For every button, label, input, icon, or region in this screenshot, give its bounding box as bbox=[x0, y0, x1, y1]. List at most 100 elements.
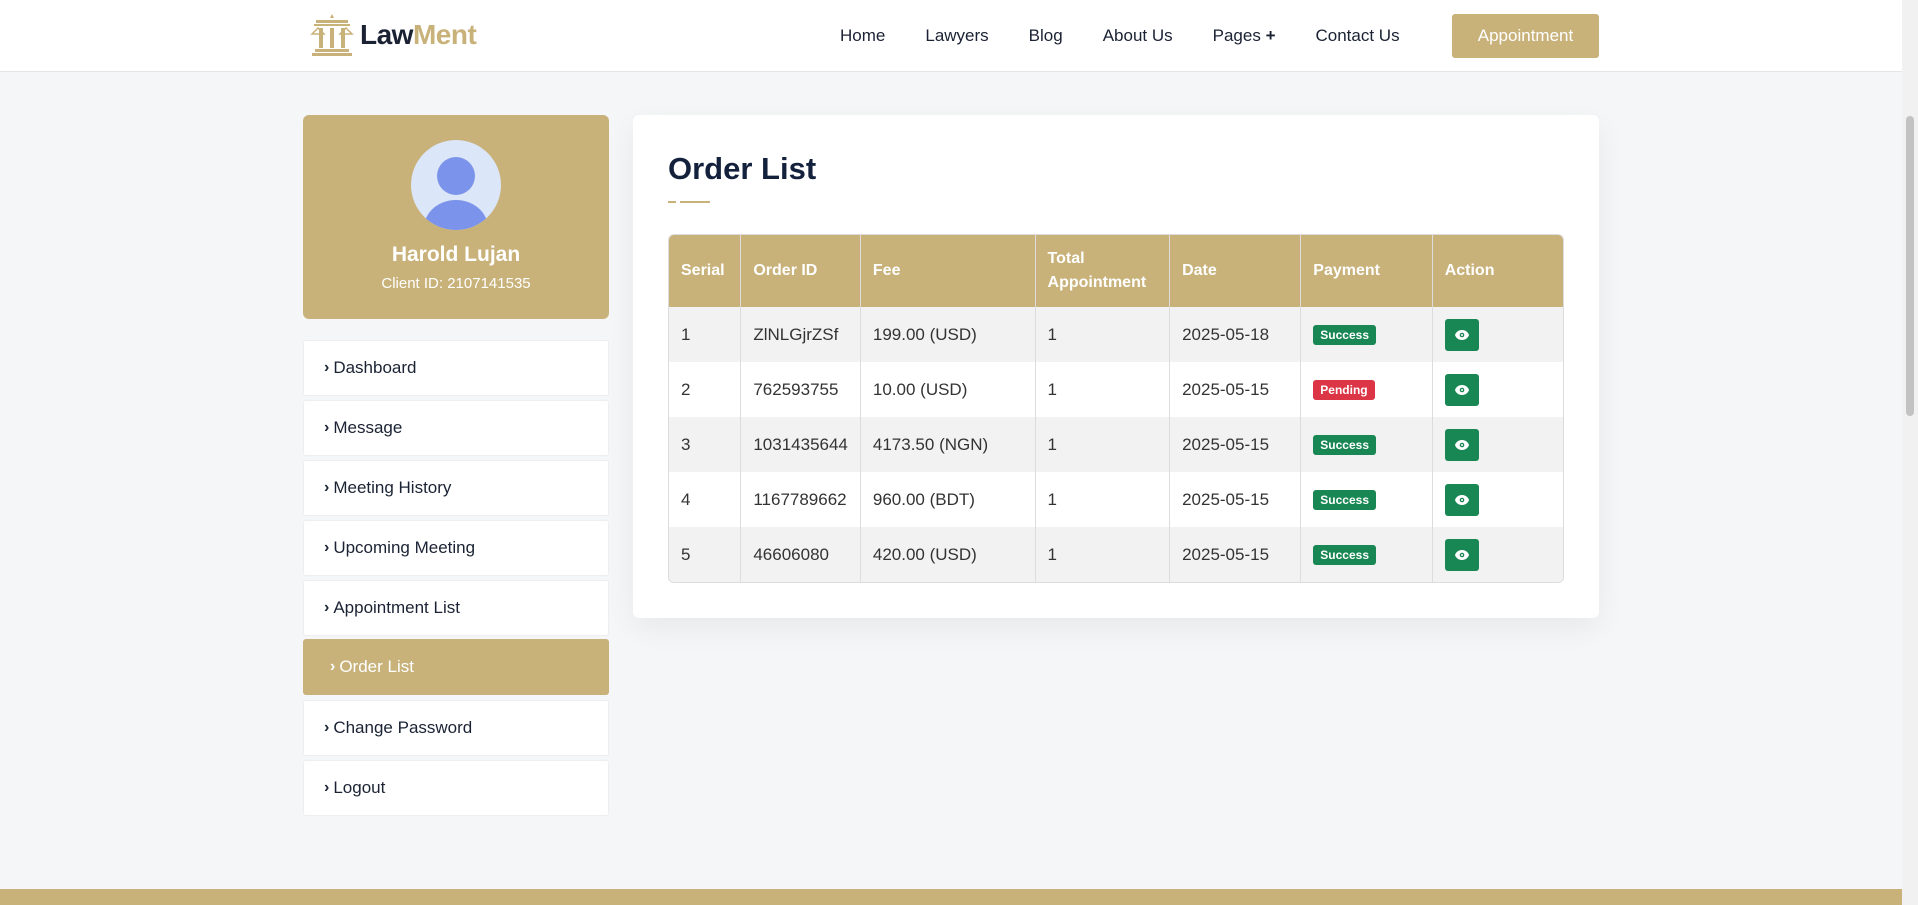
view-order-button[interactable] bbox=[1444, 483, 1479, 516]
cell-action bbox=[1432, 362, 1563, 417]
cell-date: 2025-05-15 bbox=[1169, 472, 1302, 527]
cell-serial: 3 bbox=[669, 417, 742, 472]
sidebar-item-upcoming-meeting[interactable]: › Upcoming Meeting bbox=[303, 520, 609, 576]
chevron-right-icon: › bbox=[324, 479, 330, 496]
cell-date: 2025-05-15 bbox=[1169, 527, 1302, 582]
client-id: Client ID: 2107141535 bbox=[381, 275, 531, 292]
status-badge: Success bbox=[1313, 435, 1376, 455]
nav-contact-us[interactable]: Contact Us bbox=[1316, 26, 1400, 46]
nav-home[interactable]: Home bbox=[840, 26, 885, 46]
view-order-button[interactable] bbox=[1444, 318, 1479, 351]
chevron-right-icon: › bbox=[324, 539, 330, 556]
sidebar-item-label: Dashboard bbox=[333, 358, 417, 377]
main-nav: Home Lawyers Blog About Us Pages Contact… bbox=[840, 14, 1440, 58]
brand-logo[interactable]: LawMent bbox=[310, 12, 477, 58]
nav-lawyers[interactable]: Lawyers bbox=[925, 26, 988, 46]
user-avatar-icon bbox=[424, 157, 488, 230]
cell-date: 2025-05-15 bbox=[1169, 362, 1302, 417]
view-order-button[interactable] bbox=[1444, 538, 1479, 571]
cell-total-appointment: 1 bbox=[1035, 307, 1171, 362]
chevron-right-icon: › bbox=[324, 359, 330, 376]
table-header-row: Serial Order ID Fee Total Appointment Da… bbox=[669, 235, 1563, 307]
table-row: 1 ZlNLGjrZSf 199.00 (USD) 1 2025-05-18 S… bbox=[669, 307, 1563, 362]
sidebar-item-label: Change Password bbox=[333, 718, 473, 737]
col-header-fee: Fee bbox=[860, 235, 1036, 307]
cell-payment: Success bbox=[1300, 472, 1433, 527]
table-row: 5 46606080 420.00 (USD) 1 2025-05-15 Suc… bbox=[669, 527, 1563, 582]
eye-icon bbox=[1454, 549, 1469, 560]
chevron-right-icon: › bbox=[324, 719, 330, 736]
status-badge: Success bbox=[1313, 490, 1376, 510]
sidebar-item-label: Meeting History bbox=[333, 478, 452, 497]
sidebar-item-label: Logout bbox=[333, 778, 386, 797]
brand-name-part1: Law bbox=[360, 19, 413, 50]
avatar bbox=[411, 140, 501, 230]
nav-blog[interactable]: Blog bbox=[1029, 26, 1063, 46]
col-header-action: Action bbox=[1432, 235, 1563, 307]
view-order-button[interactable] bbox=[1444, 428, 1479, 461]
order-list-card: Order List Serial Order ID Fee Total App… bbox=[633, 115, 1599, 618]
footer-strip bbox=[0, 889, 1902, 905]
cell-serial: 4 bbox=[669, 472, 742, 527]
table-row: 2 762593755 10.00 (USD) 1 2025-05-15 Pen… bbox=[669, 362, 1563, 417]
appointment-button[interactable]: Appointment bbox=[1452, 14, 1599, 58]
page-title: Order List bbox=[668, 151, 817, 186]
brand-name-part2: Ment bbox=[412, 19, 477, 50]
sidebar-item-logout[interactable]: › Logout bbox=[303, 760, 609, 816]
cell-serial: 1 bbox=[669, 307, 742, 362]
cell-total-appointment: 1 bbox=[1035, 362, 1171, 417]
col-header-payment: Payment bbox=[1300, 235, 1433, 307]
cell-date: 2025-05-15 bbox=[1169, 417, 1302, 472]
sidebar-item-message[interactable]: › Message bbox=[303, 400, 609, 456]
site-header: LawMent Home Lawyers Blog About Us Pages… bbox=[0, 0, 1902, 72]
sidebar-item-dashboard[interactable]: › Dashboard bbox=[303, 340, 609, 396]
sidebar-item-label: Upcoming Meeting bbox=[333, 538, 476, 557]
cell-action bbox=[1432, 472, 1563, 527]
cell-total-appointment: 1 bbox=[1035, 527, 1171, 582]
col-header-order-id: Order ID bbox=[740, 235, 861, 307]
cell-action bbox=[1432, 307, 1563, 362]
cell-order-id: 1167789662 bbox=[740, 472, 861, 527]
title-underline bbox=[668, 201, 710, 203]
sidebar-item-appointment-list[interactable]: › Appointment List bbox=[303, 580, 609, 636]
eye-icon bbox=[1454, 384, 1469, 395]
cell-total-appointment: 1 bbox=[1035, 472, 1171, 527]
chevron-right-icon: › bbox=[324, 779, 330, 796]
profile-card: Harold Lujan Client ID: 2107141535 bbox=[303, 115, 609, 319]
cell-fee: 420.00 (USD) bbox=[860, 527, 1036, 582]
scales-pillar-logo-icon bbox=[310, 14, 354, 56]
cell-date: 2025-05-18 bbox=[1169, 307, 1302, 362]
order-table: Serial Order ID Fee Total Appointment Da… bbox=[668, 234, 1564, 583]
col-header-date: Date bbox=[1169, 235, 1302, 307]
cell-payment: Success bbox=[1300, 307, 1433, 362]
cell-order-id: 1031435644 bbox=[740, 417, 861, 472]
cell-fee: 199.00 (USD) bbox=[860, 307, 1036, 362]
scrollbar-thumb[interactable] bbox=[1906, 116, 1914, 416]
table-row: 3 1031435644 4173.50 (NGN) 1 2025-05-15 … bbox=[669, 417, 1563, 472]
cell-fee: 4173.50 (NGN) bbox=[860, 417, 1036, 472]
col-header-total-appointment: Total Appointment bbox=[1035, 235, 1171, 307]
cell-payment: Pending bbox=[1300, 362, 1433, 417]
table-row: 4 1167789662 960.00 (BDT) 1 2025-05-15 S… bbox=[669, 472, 1563, 527]
eye-icon bbox=[1454, 439, 1469, 450]
cell-order-id: 46606080 bbox=[740, 527, 861, 582]
chevron-right-icon: › bbox=[324, 599, 330, 616]
cell-fee: 10.00 (USD) bbox=[860, 362, 1036, 417]
nav-about-us[interactable]: About Us bbox=[1103, 26, 1173, 46]
sidebar-item-label: Message bbox=[333, 418, 403, 437]
chevron-right-icon: › bbox=[330, 658, 336, 675]
sidebar-item-order-list[interactable]: › Order List bbox=[303, 639, 609, 695]
cell-action bbox=[1432, 527, 1563, 582]
sidebar-item-change-password[interactable]: › Change Password bbox=[303, 700, 609, 756]
sidebar-item-label: Order List bbox=[339, 657, 414, 676]
eye-icon bbox=[1454, 494, 1469, 505]
view-order-button[interactable] bbox=[1444, 373, 1479, 406]
sidebar-item-meeting-history[interactable]: › Meeting History bbox=[303, 460, 609, 516]
cell-order-id: ZlNLGjrZSf bbox=[740, 307, 861, 362]
profile-name: Harold Lujan bbox=[391, 243, 521, 266]
page-scrollbar[interactable] bbox=[1902, 0, 1918, 905]
cell-payment: Success bbox=[1300, 527, 1433, 582]
status-badge: Success bbox=[1313, 325, 1376, 345]
nav-pages-dropdown[interactable]: Pages bbox=[1213, 26, 1276, 46]
eye-icon bbox=[1454, 329, 1469, 340]
